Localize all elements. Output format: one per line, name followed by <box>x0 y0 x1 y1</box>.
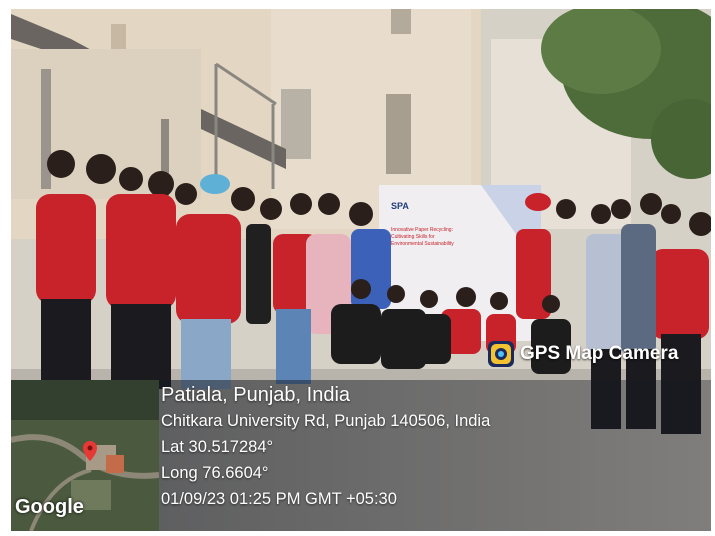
app-label: GPS Map Camera <box>520 343 679 364</box>
location-details: Patiala, Punjab, India Chitkara Universi… <box>161 382 490 512</box>
svg-text:Innovative Paper Recycling:: Innovative Paper Recycling: <box>391 227 453 233</box>
svg-text:Cultivating Skills for: Cultivating Skills for <box>391 234 435 240</box>
longitude-line: Long 76.6604° <box>161 464 269 482</box>
datetime-line: 01/09/23 01:25 PM GMT +05:30 <box>161 490 397 508</box>
svg-text:Environmental Sustainability: Environmental Sustainability <box>391 241 454 247</box>
address-line: Chitkara University Rd, Punjab 140506, I… <box>161 412 491 430</box>
google-logo: Google <box>15 496 84 518</box>
gps-app-badge: GPS Map Camera <box>488 341 678 367</box>
latitude-line: Lat 30.517284° <box>161 438 274 456</box>
location-title: Patiala, Punjab, India <box>161 384 351 406</box>
gps-map-camera-icon <box>488 341 514 367</box>
svg-text:SPA: SPA <box>391 201 409 211</box>
